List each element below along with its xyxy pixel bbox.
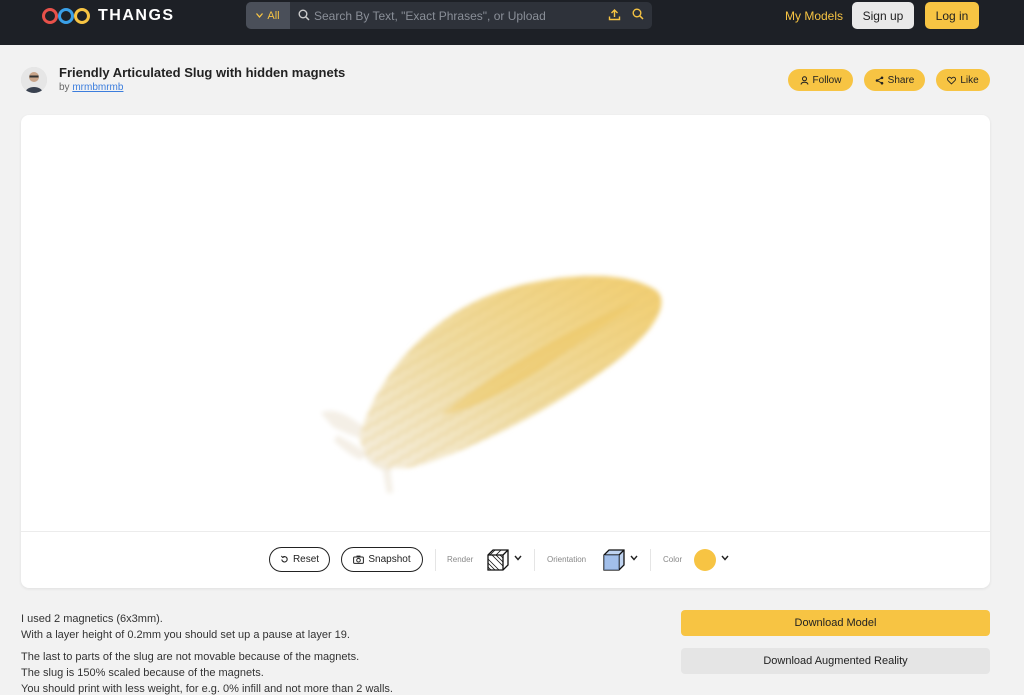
log-in-button[interactable]: Log in	[925, 2, 979, 29]
snapshot-button[interactable]: Snapshot	[341, 547, 423, 572]
viewer-divider	[21, 531, 990, 532]
color-swatch[interactable]	[694, 549, 716, 571]
snapshot-label: Snapshot	[368, 554, 411, 565]
share-icon	[875, 76, 883, 84]
top-nav: THANGS All My Models Sign up Log in	[0, 0, 1024, 45]
description-line: You should print with less weight, for e…	[21, 683, 393, 695]
user-icon	[800, 75, 809, 85]
search-input[interactable]	[290, 2, 652, 29]
render-mode-wireframe-icon[interactable]	[486, 548, 510, 572]
follow-label: Follow	[812, 74, 842, 86]
upload-icon[interactable]	[608, 8, 621, 21]
toolbar-separator	[435, 549, 436, 571]
brand-name: THANGS	[98, 7, 175, 24]
orientation-chevron-down-icon[interactable]	[630, 555, 638, 561]
like-label: Like	[960, 74, 979, 86]
logo-icon	[42, 8, 90, 24]
camera-icon	[353, 555, 365, 564]
heart-icon	[947, 76, 957, 85]
download-ar-button[interactable]: Download Augmented Reality	[681, 648, 990, 674]
description-line: With a layer height of 0.2mm you should …	[21, 629, 350, 641]
reset-button[interactable]: Reset	[269, 547, 330, 572]
reset-label: Reset	[292, 554, 320, 565]
follow-button[interactable]: Follow	[788, 69, 853, 91]
render-label: Render	[447, 555, 474, 564]
sign-up-button[interactable]: Sign up	[852, 2, 914, 29]
color-label: Color	[663, 555, 683, 564]
render-chevron-down-icon[interactable]	[514, 555, 522, 561]
download-model-button[interactable]: Download Model	[681, 610, 990, 636]
model-description: I used 2 magnetics (6x3mm). With a layer…	[21, 611, 393, 695]
like-button[interactable]: Like	[936, 69, 990, 91]
search-scope-dropdown[interactable]: All	[246, 2, 290, 29]
description-line: The last to parts of the slug are not mo…	[21, 651, 360, 663]
model-byline: by mrmbmrmb	[59, 82, 123, 93]
orientation-label: Orientation	[547, 555, 587, 564]
byline-prefix: by	[59, 82, 70, 93]
description-line: The slug is 150% scaled because of the m…	[21, 667, 264, 679]
my-models-link[interactable]: My Models	[785, 9, 843, 23]
search-icon	[298, 9, 310, 21]
orientation-cube-icon[interactable]	[602, 548, 626, 572]
reset-icon	[280, 555, 288, 563]
share-button[interactable]: Share	[864, 69, 925, 91]
model-title: Friendly Articulated Slug with hidden ma…	[59, 65, 346, 80]
description-line: I used 2 magnetics (6x3mm).	[21, 613, 163, 625]
author-avatar[interactable]	[21, 67, 47, 93]
search-submit-icon[interactable]	[632, 8, 644, 20]
slug-model-render[interactable]	[21, 115, 990, 531]
share-label: Share	[887, 74, 915, 86]
color-chevron-down-icon[interactable]	[721, 555, 729, 561]
author-link[interactable]: mrmbmrmb	[72, 82, 123, 93]
model-viewer[interactable]: Reset Snapshot Render Orientation Color	[21, 115, 990, 588]
avatar-image	[21, 67, 47, 93]
brand-logo[interactable]: THANGS	[42, 7, 175, 25]
toolbar-separator	[534, 549, 535, 571]
toolbar-separator	[650, 549, 651, 571]
chevron-down-icon	[256, 13, 264, 18]
search-bar: All	[246, 2, 652, 29]
search-scope-label: All	[267, 9, 280, 22]
